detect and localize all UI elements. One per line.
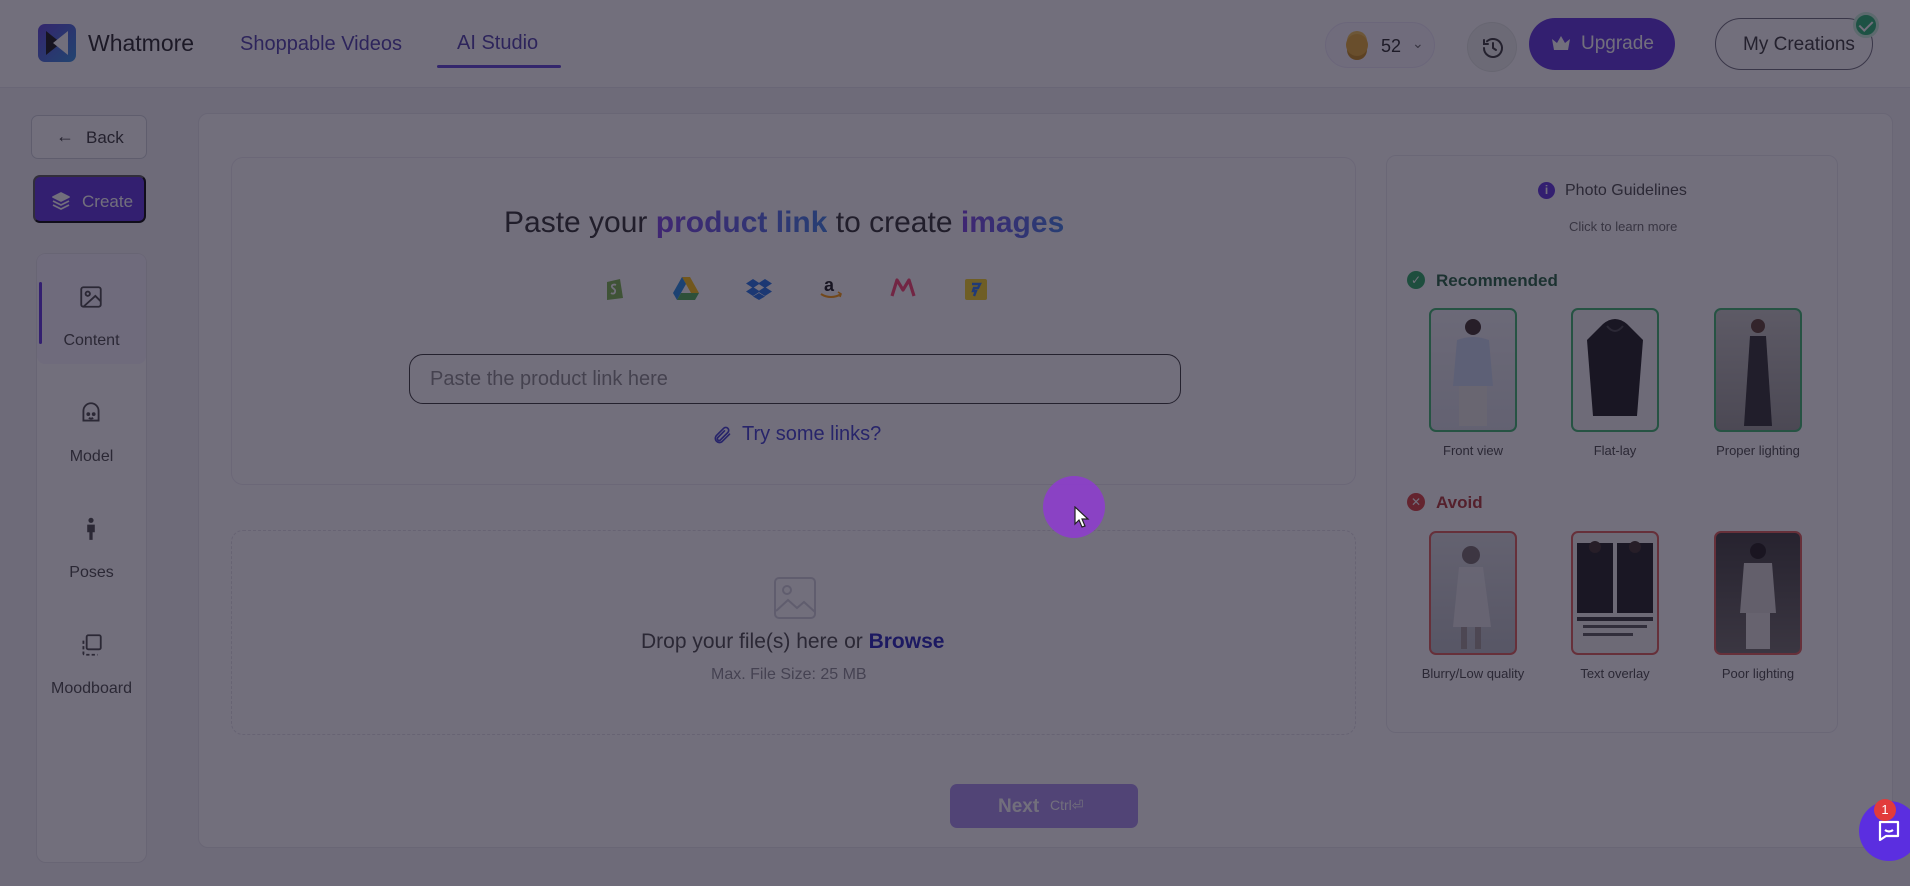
sidebar-item-label: Poses — [69, 564, 114, 581]
history-icon — [1483, 38, 1503, 58]
drop-instructions: Drop your file(s) here or Browse — [641, 630, 944, 654]
thumbnail-caption: Text overlay — [1580, 666, 1650, 681]
chat-bubble-icon — [1878, 820, 1900, 842]
google-drive-icon[interactable] — [672, 274, 700, 302]
shopify-icon[interactable] — [600, 274, 628, 302]
page-title: Paste your product link to create images — [504, 206, 1064, 240]
sidebar-item-poses[interactable]: Poses — [37, 486, 146, 596]
poor-lighting-thumbnail[interactable] — [1714, 531, 1802, 655]
svg-text:a: a — [824, 275, 835, 295]
coins-icon — [1346, 34, 1368, 56]
notification-badge: 1 — [1874, 799, 1896, 821]
check-icon — [1853, 12, 1879, 38]
chevron-down-icon: ⌄ — [1412, 35, 1424, 51]
credits-dropdown[interactable]: 52 ⌄ — [1325, 22, 1435, 68]
flat-lay-thumbnail[interactable] — [1571, 308, 1659, 432]
next-label: Next — [998, 796, 1040, 817]
recommended-label: Recommended — [1436, 271, 1558, 290]
dim-model-image — [1740, 543, 1776, 649]
try-links-label: Try some links? — [742, 423, 882, 445]
face-icon — [82, 402, 100, 422]
flipkart-icon[interactable] — [962, 274, 990, 302]
headline-part1: Paste your — [504, 206, 648, 239]
next-shortcut: Ctrl⏎ — [1050, 797, 1084, 813]
image-icon — [80, 286, 102, 308]
browse-link[interactable]: Browse — [869, 630, 945, 653]
amazon-icon[interactable]: a — [817, 274, 845, 302]
sidebar-item-model[interactable]: Model — [37, 370, 146, 480]
thumbnail-caption: Flat-lay — [1593, 443, 1637, 458]
check-circle-icon: ✓ — [1407, 271, 1425, 289]
hoodie-flat-image — [1587, 319, 1643, 416]
crown-icon — [1552, 36, 1570, 50]
info-icon: i — [1538, 182, 1555, 199]
nav-ai-studio[interactable]: AI Studio — [457, 32, 538, 55]
thumbnail-caption: Poor lighting — [1721, 666, 1795, 681]
person-icon — [87, 517, 95, 540]
credits-count: 52 — [1381, 36, 1402, 56]
thumbnail-caption: Proper lighting — [1716, 443, 1800, 458]
arrow-left-icon: ← — [56, 126, 74, 146]
sidebar-item-label: Moodboard — [51, 680, 132, 697]
thumbnail-caption: Blurry/Low quality — [1421, 666, 1525, 681]
create-label: Create — [82, 192, 134, 211]
active-nav-indicator — [437, 65, 561, 68]
front-view-thumbnail[interactable] — [1429, 308, 1517, 432]
model-dark-dress-image — [1744, 319, 1772, 426]
sidebar-item-label: Content — [63, 332, 120, 349]
proper-lighting-thumbnail[interactable] — [1714, 308, 1802, 432]
text-overlay-image — [1577, 541, 1653, 636]
layers-icon — [82, 634, 102, 656]
next-button[interactable]: Next Ctrl⏎ — [950, 784, 1138, 828]
upgrade-label: Upgrade — [1581, 33, 1654, 54]
nav-shoppable-videos[interactable]: Shoppable Videos — [240, 33, 402, 56]
history-button[interactable] — [1467, 22, 1517, 72]
back-button[interactable]: ← Back — [31, 115, 147, 159]
image-upload-icon — [774, 577, 816, 619]
sidebar-nav: Content Model Poses Moodboard — [36, 253, 147, 863]
sidebar-item-moodboard[interactable]: Moodboard — [37, 602, 146, 712]
back-label: Back — [86, 128, 124, 147]
sidebar-item-label: Model — [69, 448, 114, 465]
whatmore-logo[interactable] — [38, 24, 76, 62]
paperclip-icon — [714, 426, 731, 444]
x-circle-icon: ✕ — [1407, 493, 1425, 511]
upgrade-button[interactable]: Upgrade — [1529, 18, 1675, 70]
headline-highlight2: images — [960, 206, 1065, 239]
blurry-model-image — [1453, 546, 1491, 649]
headline-highlight1: product link — [655, 206, 828, 239]
max-file-size: Max. File Size: 25 MB — [711, 666, 867, 683]
my-creations-label: My Creations — [1743, 34, 1855, 55]
stack-icon — [52, 192, 70, 210]
brand-name[interactable]: Whatmore — [88, 30, 194, 57]
product-link-input[interactable] — [409, 354, 1181, 404]
guidelines-subtitle[interactable]: Click to learn more — [1569, 219, 1677, 234]
create-button[interactable]: Create — [33, 175, 146, 223]
dropbox-icon[interactable] — [745, 274, 773, 302]
my-creations-button[interactable]: My Creations — [1715, 18, 1873, 70]
avoid-label: Avoid — [1436, 493, 1483, 512]
thumbnail-caption: Front view — [1443, 443, 1503, 458]
blurry-thumbnail[interactable] — [1429, 531, 1517, 655]
sidebar-item-content[interactable]: Content — [37, 254, 146, 364]
headline-part2: to create — [835, 206, 953, 239]
mouse-pointer-icon — [1074, 506, 1090, 528]
model-front-image — [1453, 319, 1493, 426]
text-overlay-thumbnail[interactable] — [1571, 531, 1659, 655]
guidelines-title-text: Photo Guidelines — [1565, 182, 1687, 199]
myntra-icon[interactable] — [889, 274, 917, 302]
drop-text: Drop your file(s) here or — [641, 630, 863, 653]
top-bar: Whatmore Shoppable Videos AI Studio 52 ⌄… — [0, 0, 1910, 88]
